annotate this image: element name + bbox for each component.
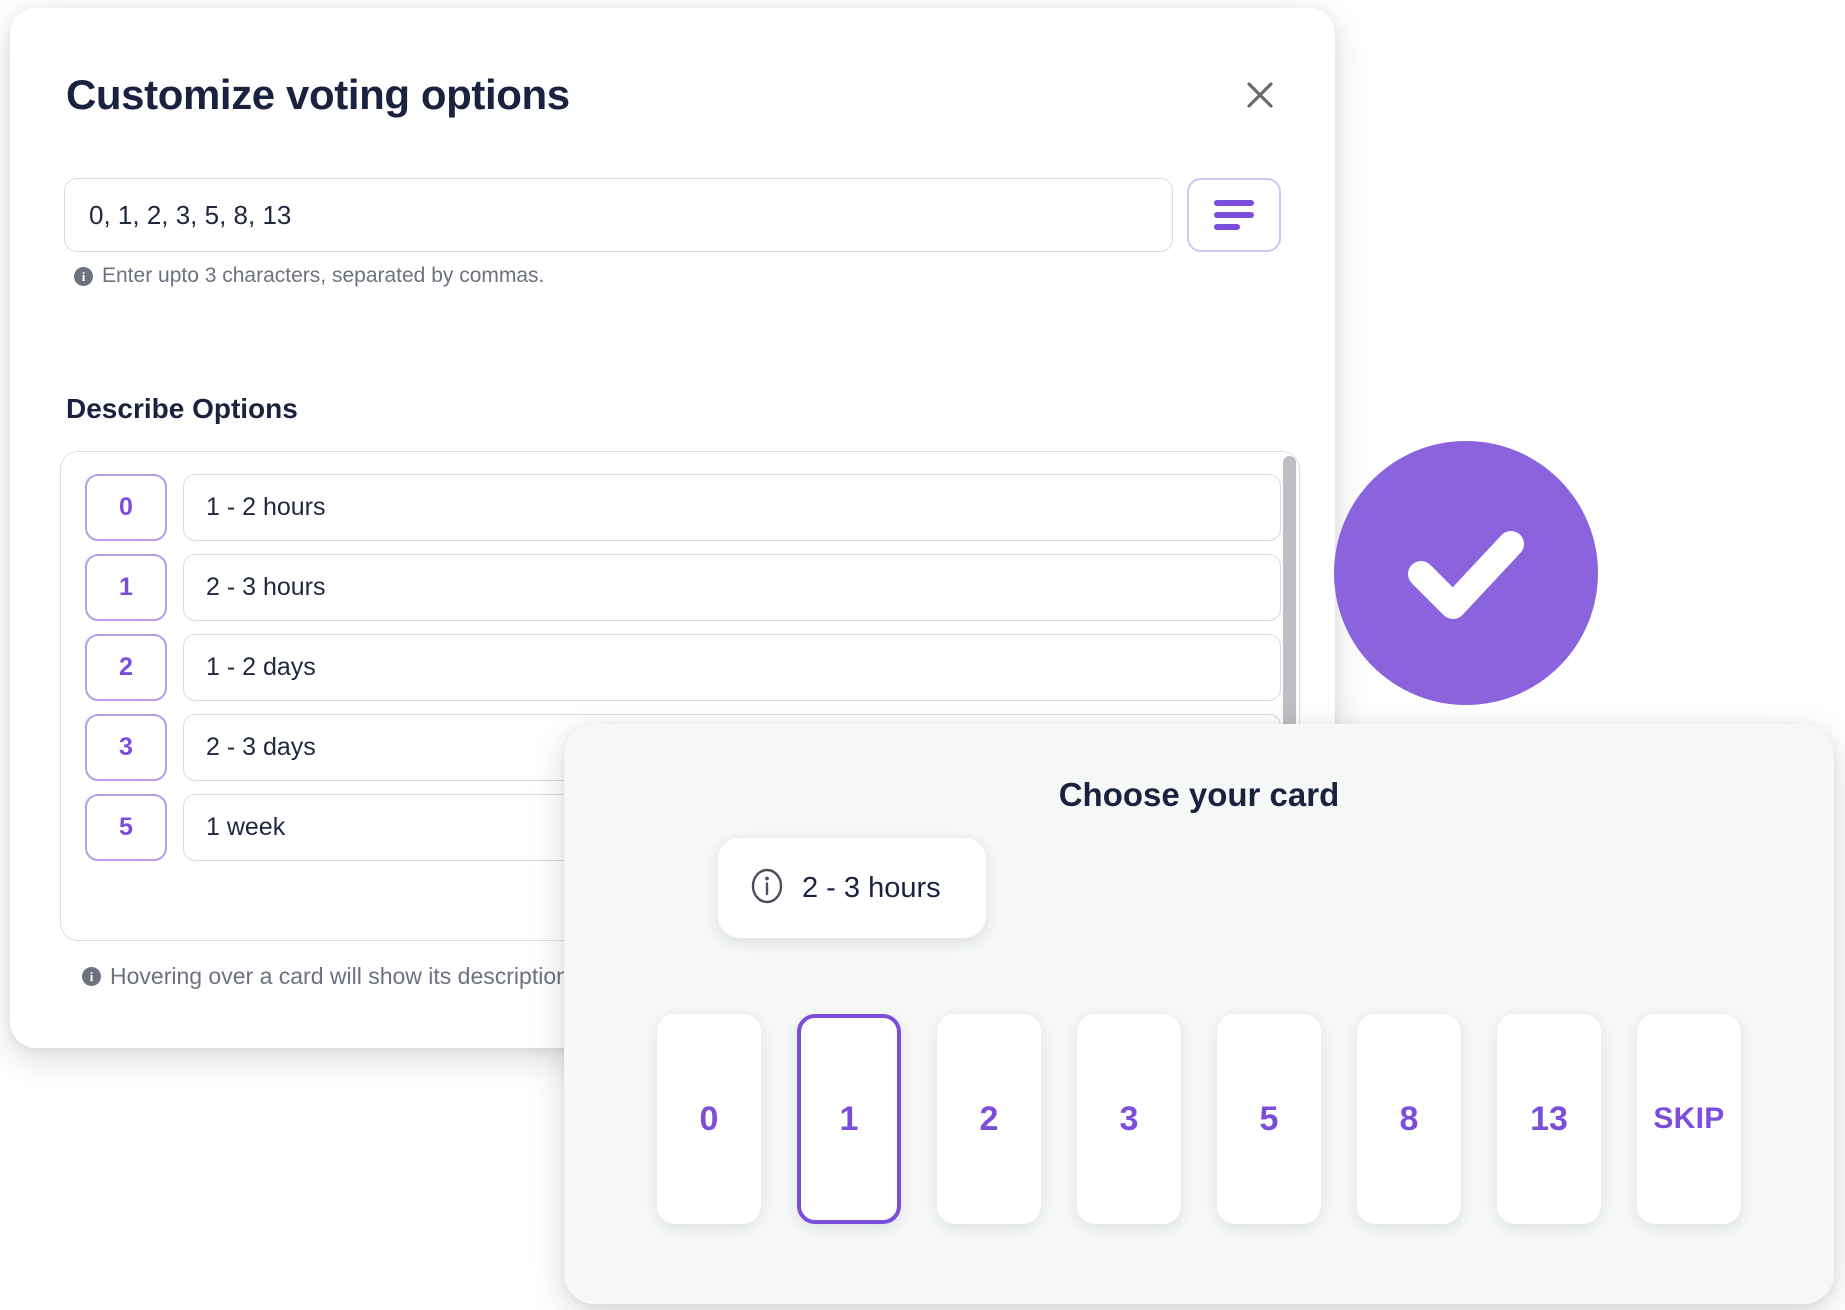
vote-card-8[interactable]: 8 — [1357, 1014, 1461, 1224]
dialog-header: Customize voting options — [66, 64, 1283, 126]
success-check-badge — [1334, 441, 1598, 705]
check-icon — [1391, 496, 1541, 651]
describe-options-label: Describe Options — [66, 393, 298, 424]
vote-card-1[interactable]: 1 — [797, 1014, 901, 1224]
close-button[interactable] — [1237, 72, 1283, 118]
values-hint-text: Enter upto 3 characters, separated by co… — [102, 264, 545, 287]
info-icon: i — [82, 967, 101, 986]
option-description-input[interactable] — [183, 474, 1281, 541]
values-input-row — [64, 178, 1281, 252]
hover-hint: i Hovering over a card will show its des… — [82, 963, 575, 990]
option-chip[interactable]: 3 — [85, 714, 167, 781]
close-icon — [1243, 78, 1277, 112]
option-description-input[interactable] — [183, 634, 1281, 701]
card-description-tooltip: 2 - 3 hours — [718, 838, 986, 938]
hover-hint-text: Hovering over a card will show its descr… — [110, 963, 576, 989]
screenshot-stage: Customize voting options i Enter upto 3 … — [0, 0, 1845, 1310]
choose-card-title: Choose your card — [1058, 776, 1340, 813]
option-chip[interactable]: 0 — [85, 474, 167, 541]
align-left-icon-bar-1 — [1214, 200, 1254, 206]
vote-card-3[interactable]: 3 — [1077, 1014, 1181, 1224]
align-left-icon-bar-3 — [1214, 224, 1240, 230]
option-chip[interactable]: 5 — [85, 794, 167, 861]
info-circle-icon — [748, 867, 786, 910]
info-icon: i — [74, 266, 93, 286]
option-chip[interactable]: 1 — [85, 554, 167, 621]
vote-card-skip[interactable]: SKIP — [1637, 1014, 1741, 1224]
option-description-input[interactable] — [183, 554, 1281, 621]
vote-card-0[interactable]: 0 — [657, 1014, 761, 1224]
vote-cards-row: 0 1 2 3 5 8 13 SKIP — [564, 1014, 1834, 1224]
page-title: Customize voting options — [66, 70, 570, 118]
vote-card-2[interactable]: 2 — [937, 1014, 1041, 1224]
vote-card-13[interactable]: 13 — [1497, 1014, 1601, 1224]
voting-values-input[interactable] — [64, 178, 1173, 252]
option-chip[interactable]: 2 — [85, 634, 167, 701]
card-description-text: 2 - 3 hours — [802, 871, 941, 904]
option-row: 2 — [85, 634, 1281, 701]
option-row: 0 — [85, 474, 1281, 541]
choose-your-card-panel: Choose your card 2 - 3 hours 0 1 2 3 5 8… — [564, 724, 1834, 1304]
option-row: 1 — [85, 554, 1281, 621]
align-left-icon-bar-2 — [1214, 212, 1254, 218]
values-hint: i Enter upto 3 characters, separated by … — [74, 264, 544, 288]
vote-card-5[interactable]: 5 — [1217, 1014, 1321, 1224]
align-left-button[interactable] — [1187, 178, 1281, 252]
